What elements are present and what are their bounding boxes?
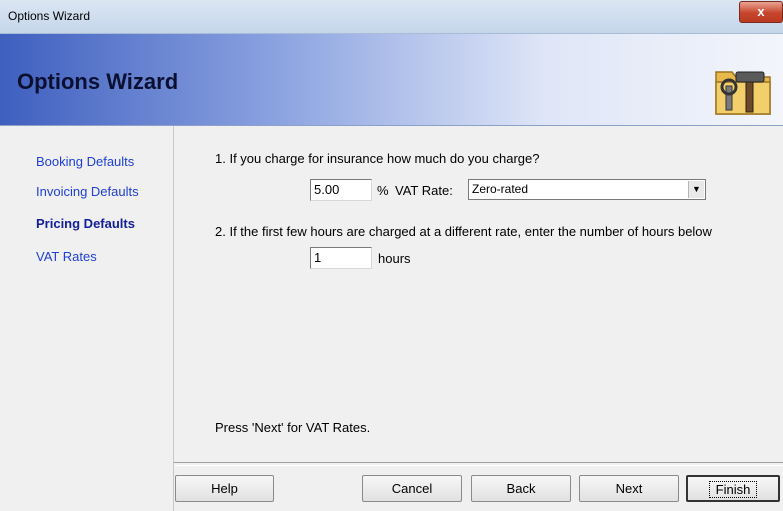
close-icon: x [757,4,765,19]
help-button-label: Help [211,481,238,496]
page-title: Options Wizard [17,69,179,94]
question-insurance: 1. If you charge for insurance how much … [215,151,540,166]
sidebar-item-pricing-defaults[interactable]: Pricing Defaults [36,216,135,231]
cancel-button-label: Cancel [391,481,433,496]
footer-divider [174,462,783,466]
sidebar-item-booking-defaults[interactable]: Booking Defaults [36,154,134,169]
insurance-amount-input[interactable]: 5.00 [310,179,372,201]
cancel-button[interactable]: Cancel [362,475,462,502]
sidebar-item-invoicing-defaults[interactable]: Invoicing Defaults [36,184,139,199]
hours-unit-label: hours [378,251,411,266]
window-title: Options Wizard [8,9,91,23]
hours-input[interactable]: 1 [310,247,372,269]
next-hint: Press 'Next' for VAT Rates. [215,420,371,435]
wizard-header: Options Wizard [0,34,783,126]
finish-button[interactable]: Finish [686,475,780,502]
finish-button-label: Finish [708,481,758,498]
vat-rate-selected-value: Zero-rated [472,182,529,196]
vat-rate-select[interactable]: Zero-rated ▼ [468,179,706,200]
back-button[interactable]: Back [471,475,571,502]
back-button-label: Back [506,481,536,496]
wizard-content: 1. If you charge for insurance how much … [175,126,783,463]
close-button[interactable]: x [739,1,783,23]
vat-rate-label: VAT Rate: [395,183,453,198]
sidebar-item-vat-rates[interactable]: VAT Rates [36,249,97,264]
next-button[interactable]: Next [579,475,679,502]
title-bar: Options Wizard x [0,0,783,34]
question-hours: 2. If the first few hours are charged at… [215,224,712,239]
wizard-sidebar: Booking Defaults Invoicing Defaults Pric… [0,126,174,511]
help-button[interactable]: Help [175,475,274,502]
next-button-label: Next [615,481,643,496]
folder-tools-icon [715,71,771,115]
chevron-down-icon[interactable]: ▼ [688,181,704,198]
percent-label: % [377,183,389,198]
